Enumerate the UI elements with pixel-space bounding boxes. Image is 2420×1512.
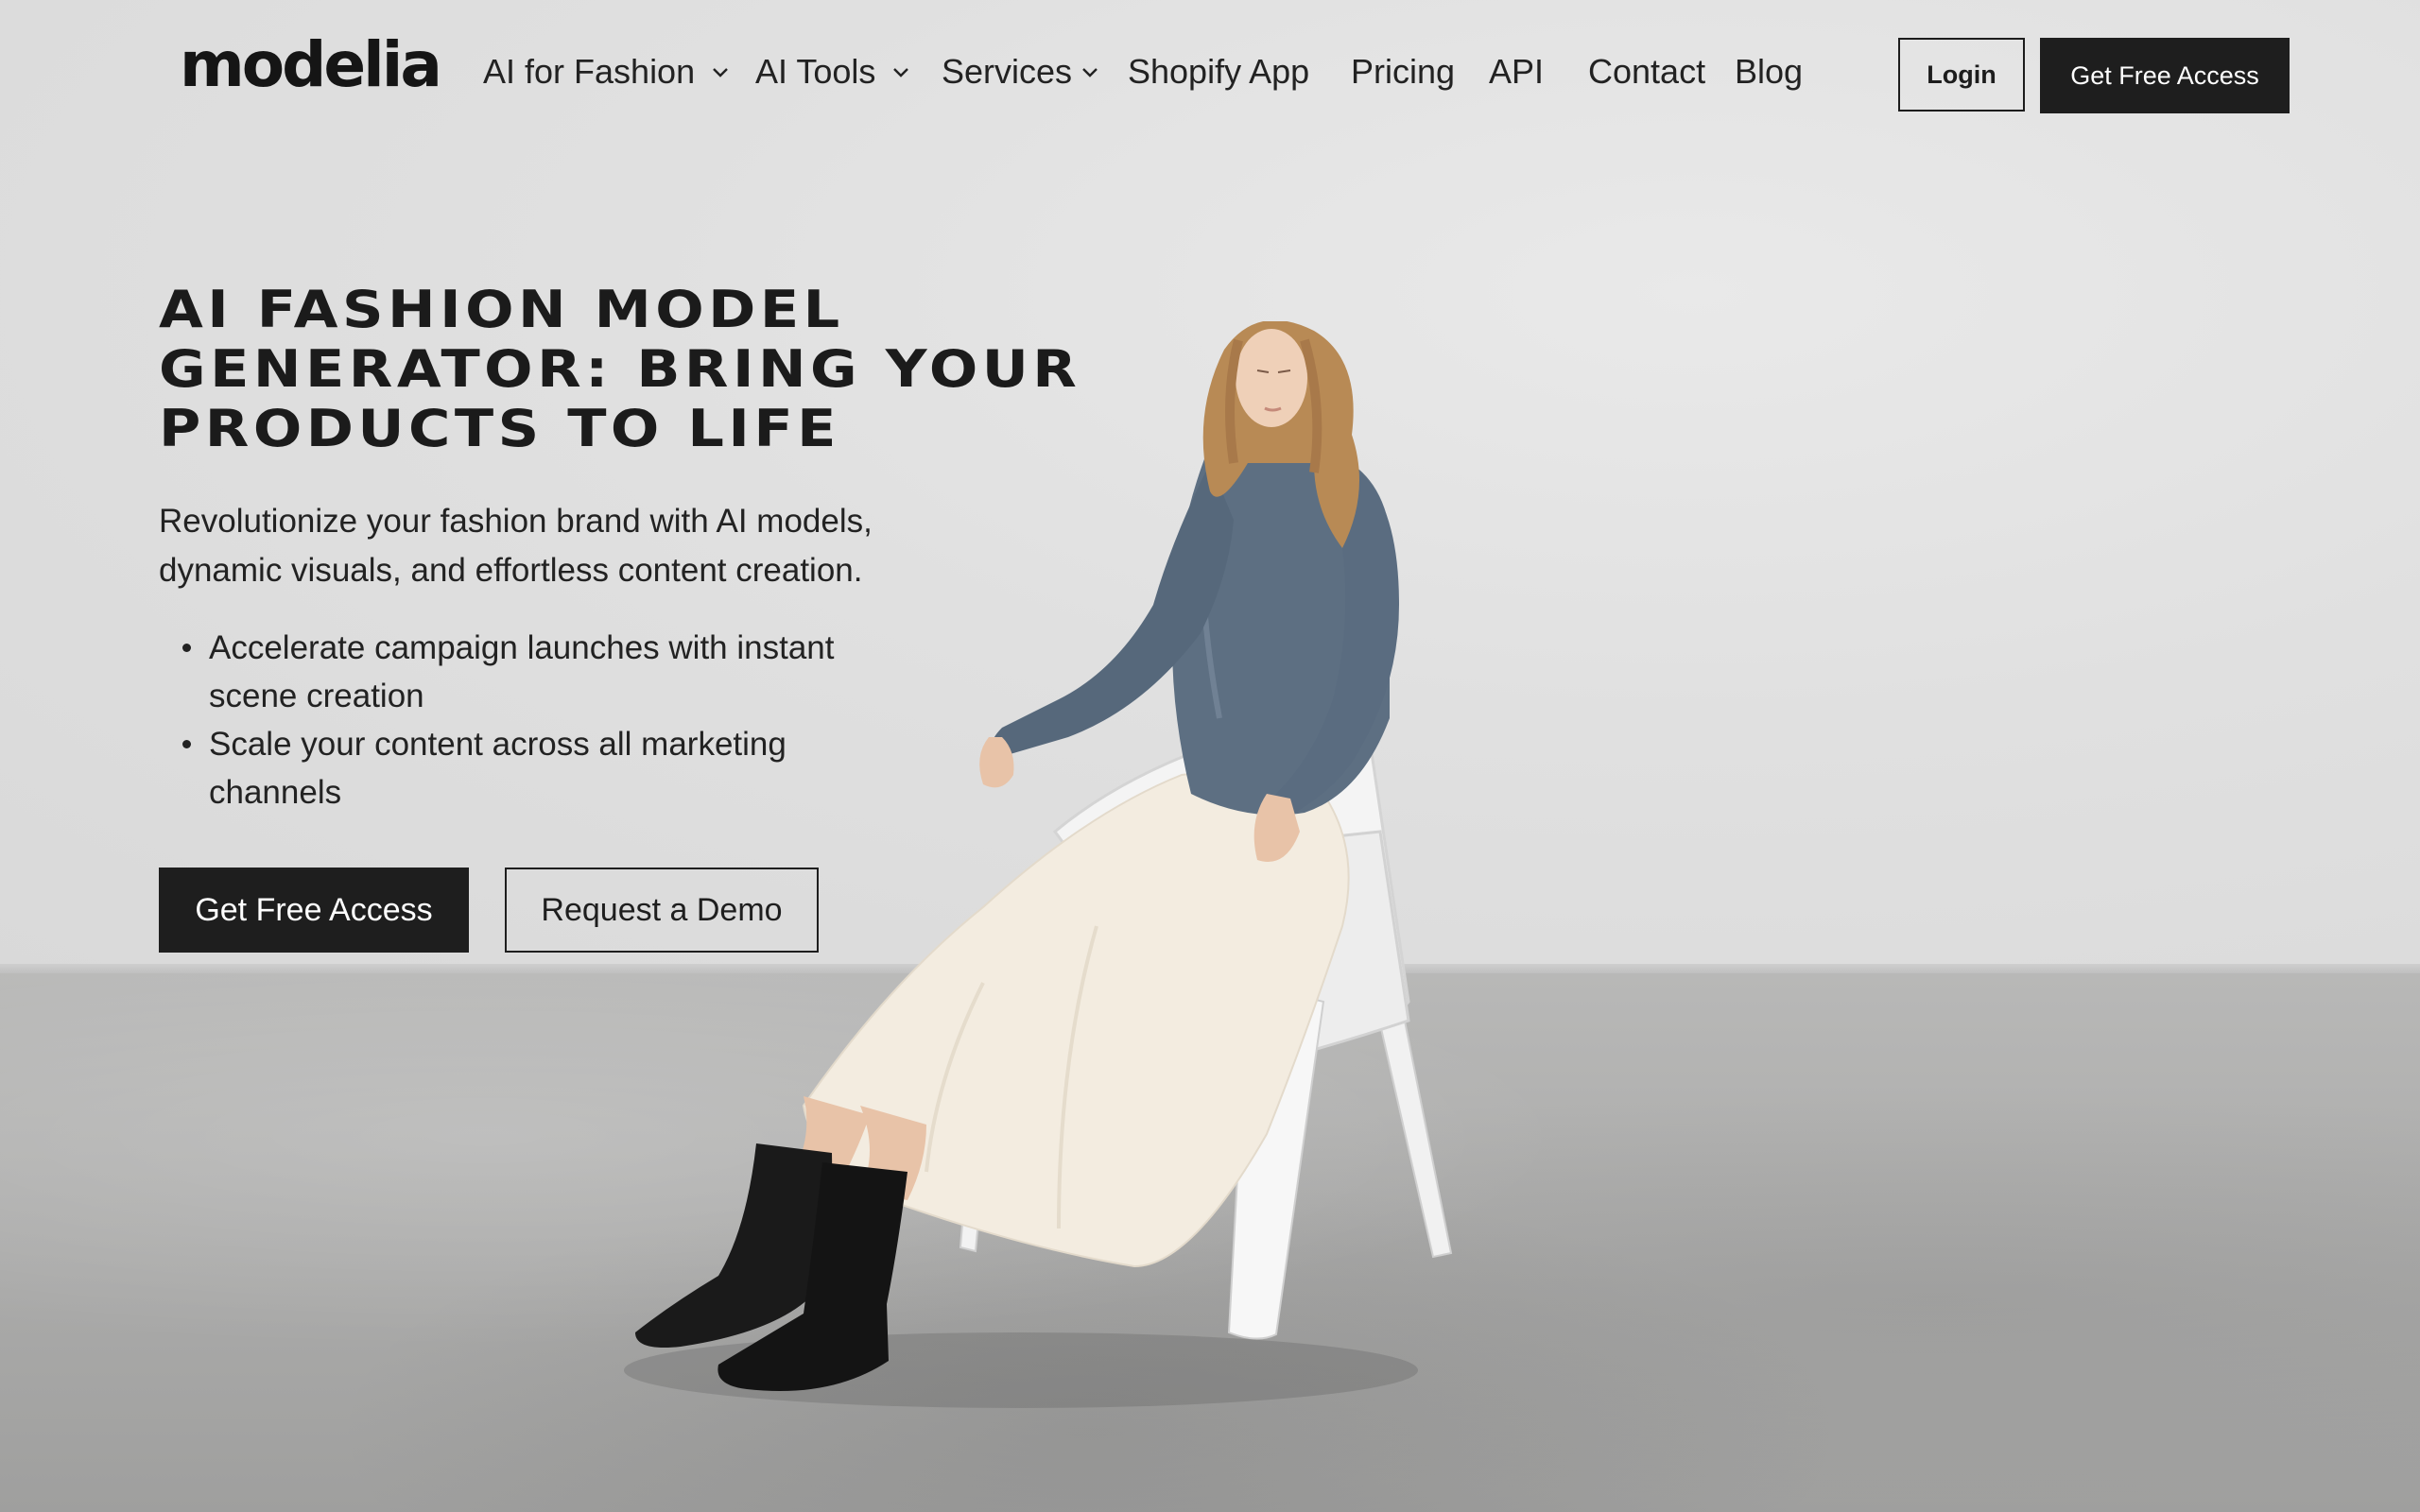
nav-item-blog[interactable]: Blog bbox=[1735, 55, 1803, 89]
hero-title: AI Fashion Model Generator: Bring Your P… bbox=[159, 280, 1081, 458]
site-header: modelia AI for Fashion AI Tools Services… bbox=[0, 0, 2420, 151]
nav-item-services[interactable]: Services bbox=[942, 55, 1100, 89]
nav-item-api[interactable]: API bbox=[1489, 55, 1544, 89]
chevron-down-icon bbox=[713, 68, 728, 77]
nav-item-contact[interactable]: Contact bbox=[1588, 55, 1705, 89]
nav-item-label: Blog bbox=[1735, 52, 1804, 91]
nav-item-label: Contact bbox=[1588, 52, 1706, 91]
login-button[interactable]: Login bbox=[1898, 38, 2025, 112]
nav-item-label: AI for Fashion bbox=[483, 52, 696, 91]
bullet-dot-icon bbox=[182, 740, 191, 748]
nav-item-label: Services bbox=[942, 52, 1073, 91]
nav-item-label: API bbox=[1489, 52, 1545, 91]
hero-bullet-list: Accelerate campaign launches with instan… bbox=[159, 624, 915, 816]
chevron-down-icon bbox=[1082, 68, 1098, 77]
bullet-dot-icon bbox=[182, 644, 191, 652]
bullet-text: Accelerate campaign launches with instan… bbox=[209, 629, 835, 714]
nav-item-shopify-app[interactable]: Shopify App bbox=[1128, 55, 1309, 89]
list-item: Scale your content across all marketing … bbox=[159, 720, 915, 816]
nav-item-label: Pricing bbox=[1351, 52, 1456, 91]
request-demo-button[interactable]: Request a Demo bbox=[505, 868, 819, 953]
nav-item-pricing[interactable]: Pricing bbox=[1351, 55, 1455, 89]
nav-item-label: AI Tools bbox=[755, 52, 876, 91]
nav-item-label: Shopify App bbox=[1128, 52, 1310, 91]
nav-item-ai-tools[interactable]: AI Tools bbox=[755, 55, 911, 89]
nav-item-ai-for-fashion[interactable]: AI for Fashion bbox=[483, 55, 731, 89]
bullet-text: Scale your content across all marketing … bbox=[209, 726, 786, 811]
page: modelia AI for Fashion AI Tools Services… bbox=[0, 0, 2420, 1512]
hero-get-free-access-button[interactable]: Get Free Access bbox=[159, 868, 469, 953]
header-get-free-access-button[interactable]: Get Free Access bbox=[2040, 38, 2290, 113]
list-item: Accelerate campaign launches with instan… bbox=[159, 624, 915, 720]
chevron-down-icon bbox=[893, 68, 909, 77]
modelia-logo[interactable]: modelia bbox=[180, 34, 442, 96]
hero-subtitle: Revolutionize your fashion brand with AI… bbox=[159, 503, 873, 589]
